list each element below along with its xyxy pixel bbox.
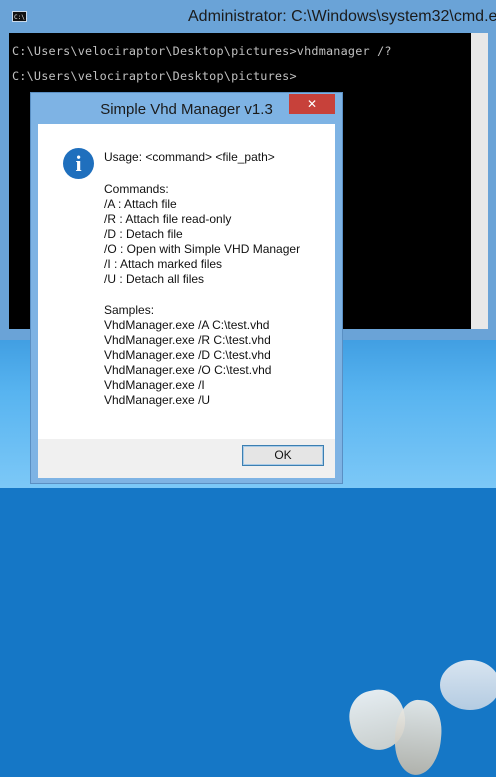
- wallpaper-flower-petal: [440, 660, 496, 710]
- message-line: VhdManager.exe /D C:\test.vhd: [104, 348, 271, 362]
- message-line: /O : Open with Simple VHD Manager: [104, 242, 301, 256]
- console-scrollbar[interactable]: [471, 33, 488, 329]
- message-line: Commands:: [104, 182, 169, 196]
- message-line: /R : Attach file read-only: [104, 212, 232, 226]
- console-line: C:\Users\velociraptor\Desktop\pictures>v…: [12, 44, 392, 58]
- message-line: VhdManager.exe /A C:\test.vhd: [104, 318, 270, 332]
- message-line: VhdManager.exe /I: [104, 378, 205, 392]
- message-line: /A : Attach file: [104, 197, 177, 211]
- message-line: /D : Detach file: [104, 227, 183, 241]
- cmd-window-title: Administrator: C:\Windows\system32\cmd.e…: [188, 8, 496, 25]
- dialog-content: i Usage: <command> <file_path> Commands: /…: [38, 124, 335, 439]
- message-line: VhdManager.exe /O C:\test.vhd: [104, 363, 272, 377]
- console-line: C:\Users\velociraptor\Desktop\pictures>: [12, 69, 297, 83]
- message-line: Usage: <command> <file_path>: [104, 150, 275, 164]
- ok-button[interactable]: OK: [242, 445, 324, 466]
- message-line: Samples:: [104, 303, 155, 317]
- cmd-icon[interactable]: C:\.: [12, 11, 28, 22]
- cmd-titlebar[interactable]: C:\. Administrator: C:\Windows\system32\…: [0, 0, 496, 33]
- message-dialog: Simple Vhd Manager v1.3 ✕ i Usage: <comm…: [30, 92, 343, 484]
- message-line: /I : Attach marked files: [104, 257, 223, 271]
- close-icon: ✕: [306, 97, 318, 111]
- message-line: /U : Detach all files: [104, 272, 205, 286]
- message-line: VhdManager.exe /U: [104, 393, 211, 407]
- dialog-footer: OK: [38, 439, 335, 478]
- info-icon: i: [63, 148, 94, 179]
- close-button[interactable]: ✕: [289, 94, 335, 114]
- message-line: VhdManager.exe /R C:\test.vhd: [104, 333, 271, 347]
